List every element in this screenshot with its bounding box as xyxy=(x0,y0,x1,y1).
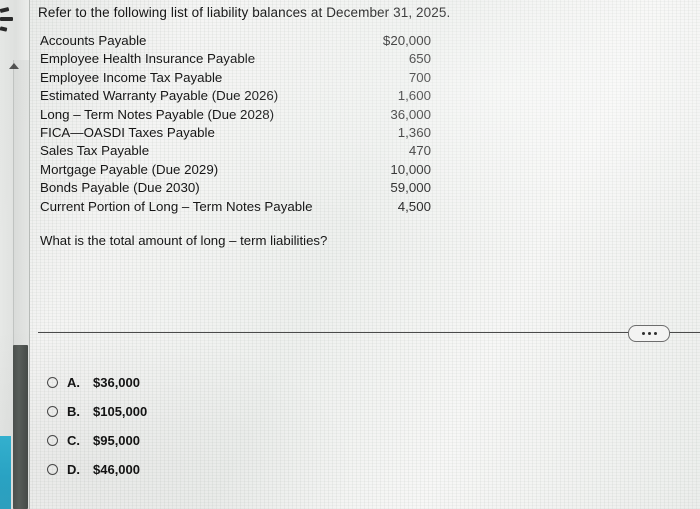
liability-amount: 470 xyxy=(408,143,431,159)
choice-value: $95,000 xyxy=(93,433,140,448)
liability-amount: 1,600 xyxy=(397,88,431,104)
choice-value: $36,000 xyxy=(93,375,140,390)
choice-value: $46,000 xyxy=(93,462,140,477)
exercise-screenshot: Refer to the following list of liability… xyxy=(0,0,700,509)
answer-choices: A. $36,000 B. $105,000 C. $95,000 D. $46… xyxy=(31,368,147,484)
ellipsis-dot xyxy=(653,332,657,335)
liability-amount: 700 xyxy=(408,69,431,85)
liability-amount: 4,500 xyxy=(397,198,431,214)
liability-label: Accounts Payable xyxy=(40,33,147,48)
section-divider xyxy=(38,332,700,333)
answer-choice-c[interactable]: C. $95,000 xyxy=(31,426,147,455)
liability-amount: 59,000 xyxy=(390,180,431,196)
liability-label: Long – Term Notes Payable (Due 2028) xyxy=(40,106,275,122)
liability-amount: 650 xyxy=(408,51,431,67)
liability-amount: 10,000 xyxy=(390,161,431,177)
choice-letter: B. xyxy=(67,404,80,419)
vertical-scrollbar-thumb[interactable] xyxy=(13,345,28,509)
liability-label: Bonds Payable (Due 2030) xyxy=(40,180,200,196)
ellipsis-icon[interactable] xyxy=(628,325,670,342)
list-item: Employee Income Tax Payable 700 xyxy=(31,70,431,88)
radio-button-b[interactable] xyxy=(47,406,58,417)
liability-label: Employee Health Insurance Payable xyxy=(40,51,256,67)
list-item: Sales Tax Payable 470 xyxy=(31,143,431,161)
list-item: Bonds Payable (Due 2030) 59,000 xyxy=(31,180,431,198)
liability-label: Estimated Warranty Payable (Due 2026) xyxy=(40,88,279,104)
choice-letter: D. xyxy=(67,462,80,477)
liability-balances-list: Accounts Payable $20,000 Employee Health… xyxy=(31,33,431,217)
prompt-text: Refer to the following list of liability… xyxy=(38,5,451,20)
list-item: Long – Term Notes Payable (Due 2028) 36,… xyxy=(31,107,431,125)
list-item: Employee Health Insurance Payable 650 xyxy=(31,51,431,69)
edge-artifact-mark xyxy=(0,17,13,21)
question-text: What is the total amount of long – term … xyxy=(40,233,328,248)
answer-choice-a[interactable]: A. $36,000 xyxy=(31,368,147,397)
liability-amount: 36,000 xyxy=(390,106,431,122)
answer-choice-d[interactable]: D. $46,000 xyxy=(31,455,147,484)
liability-amount: $20,000 xyxy=(382,33,431,48)
list-item: Accounts Payable $20,000 xyxy=(31,33,431,51)
scroll-up-arrow-icon[interactable] xyxy=(9,63,19,69)
list-item: Current Portion of Long – Term Notes Pay… xyxy=(31,199,431,217)
liability-amount: 1,360 xyxy=(397,124,431,140)
choice-letter: A. xyxy=(67,375,80,390)
edge-artifact-mark xyxy=(0,6,10,14)
radio-button-d[interactable] xyxy=(47,464,58,475)
liability-label: Sales Tax Payable xyxy=(40,143,150,159)
liability-label: FICA—OASDI Taxes Payable xyxy=(40,124,215,140)
liability-label: Employee Income Tax Payable xyxy=(40,69,223,85)
choice-letter: C. xyxy=(67,433,80,448)
radio-button-a[interactable] xyxy=(47,377,58,388)
choice-value: $105,000 xyxy=(93,404,148,419)
answer-choice-b[interactable]: B. $105,000 xyxy=(31,397,147,426)
list-item: Mortgage Payable (Due 2029) 10,000 xyxy=(31,162,431,180)
list-item: FICA—OASDI Taxes Payable 1,360 xyxy=(31,125,431,143)
ellipsis-dot xyxy=(641,332,645,335)
list-item: Estimated Warranty Payable (Due 2026) 1,… xyxy=(31,88,431,106)
liability-label: Current Portion of Long – Term Notes Pay… xyxy=(40,198,313,214)
liability-label: Mortgage Payable (Due 2029) xyxy=(40,161,219,177)
ellipsis-dot xyxy=(647,332,651,335)
edge-artifact-mark xyxy=(0,26,8,32)
radio-button-c[interactable] xyxy=(47,435,58,446)
teal-accent-strip xyxy=(0,436,11,509)
question-content: Refer to the following list of liability… xyxy=(31,0,700,509)
